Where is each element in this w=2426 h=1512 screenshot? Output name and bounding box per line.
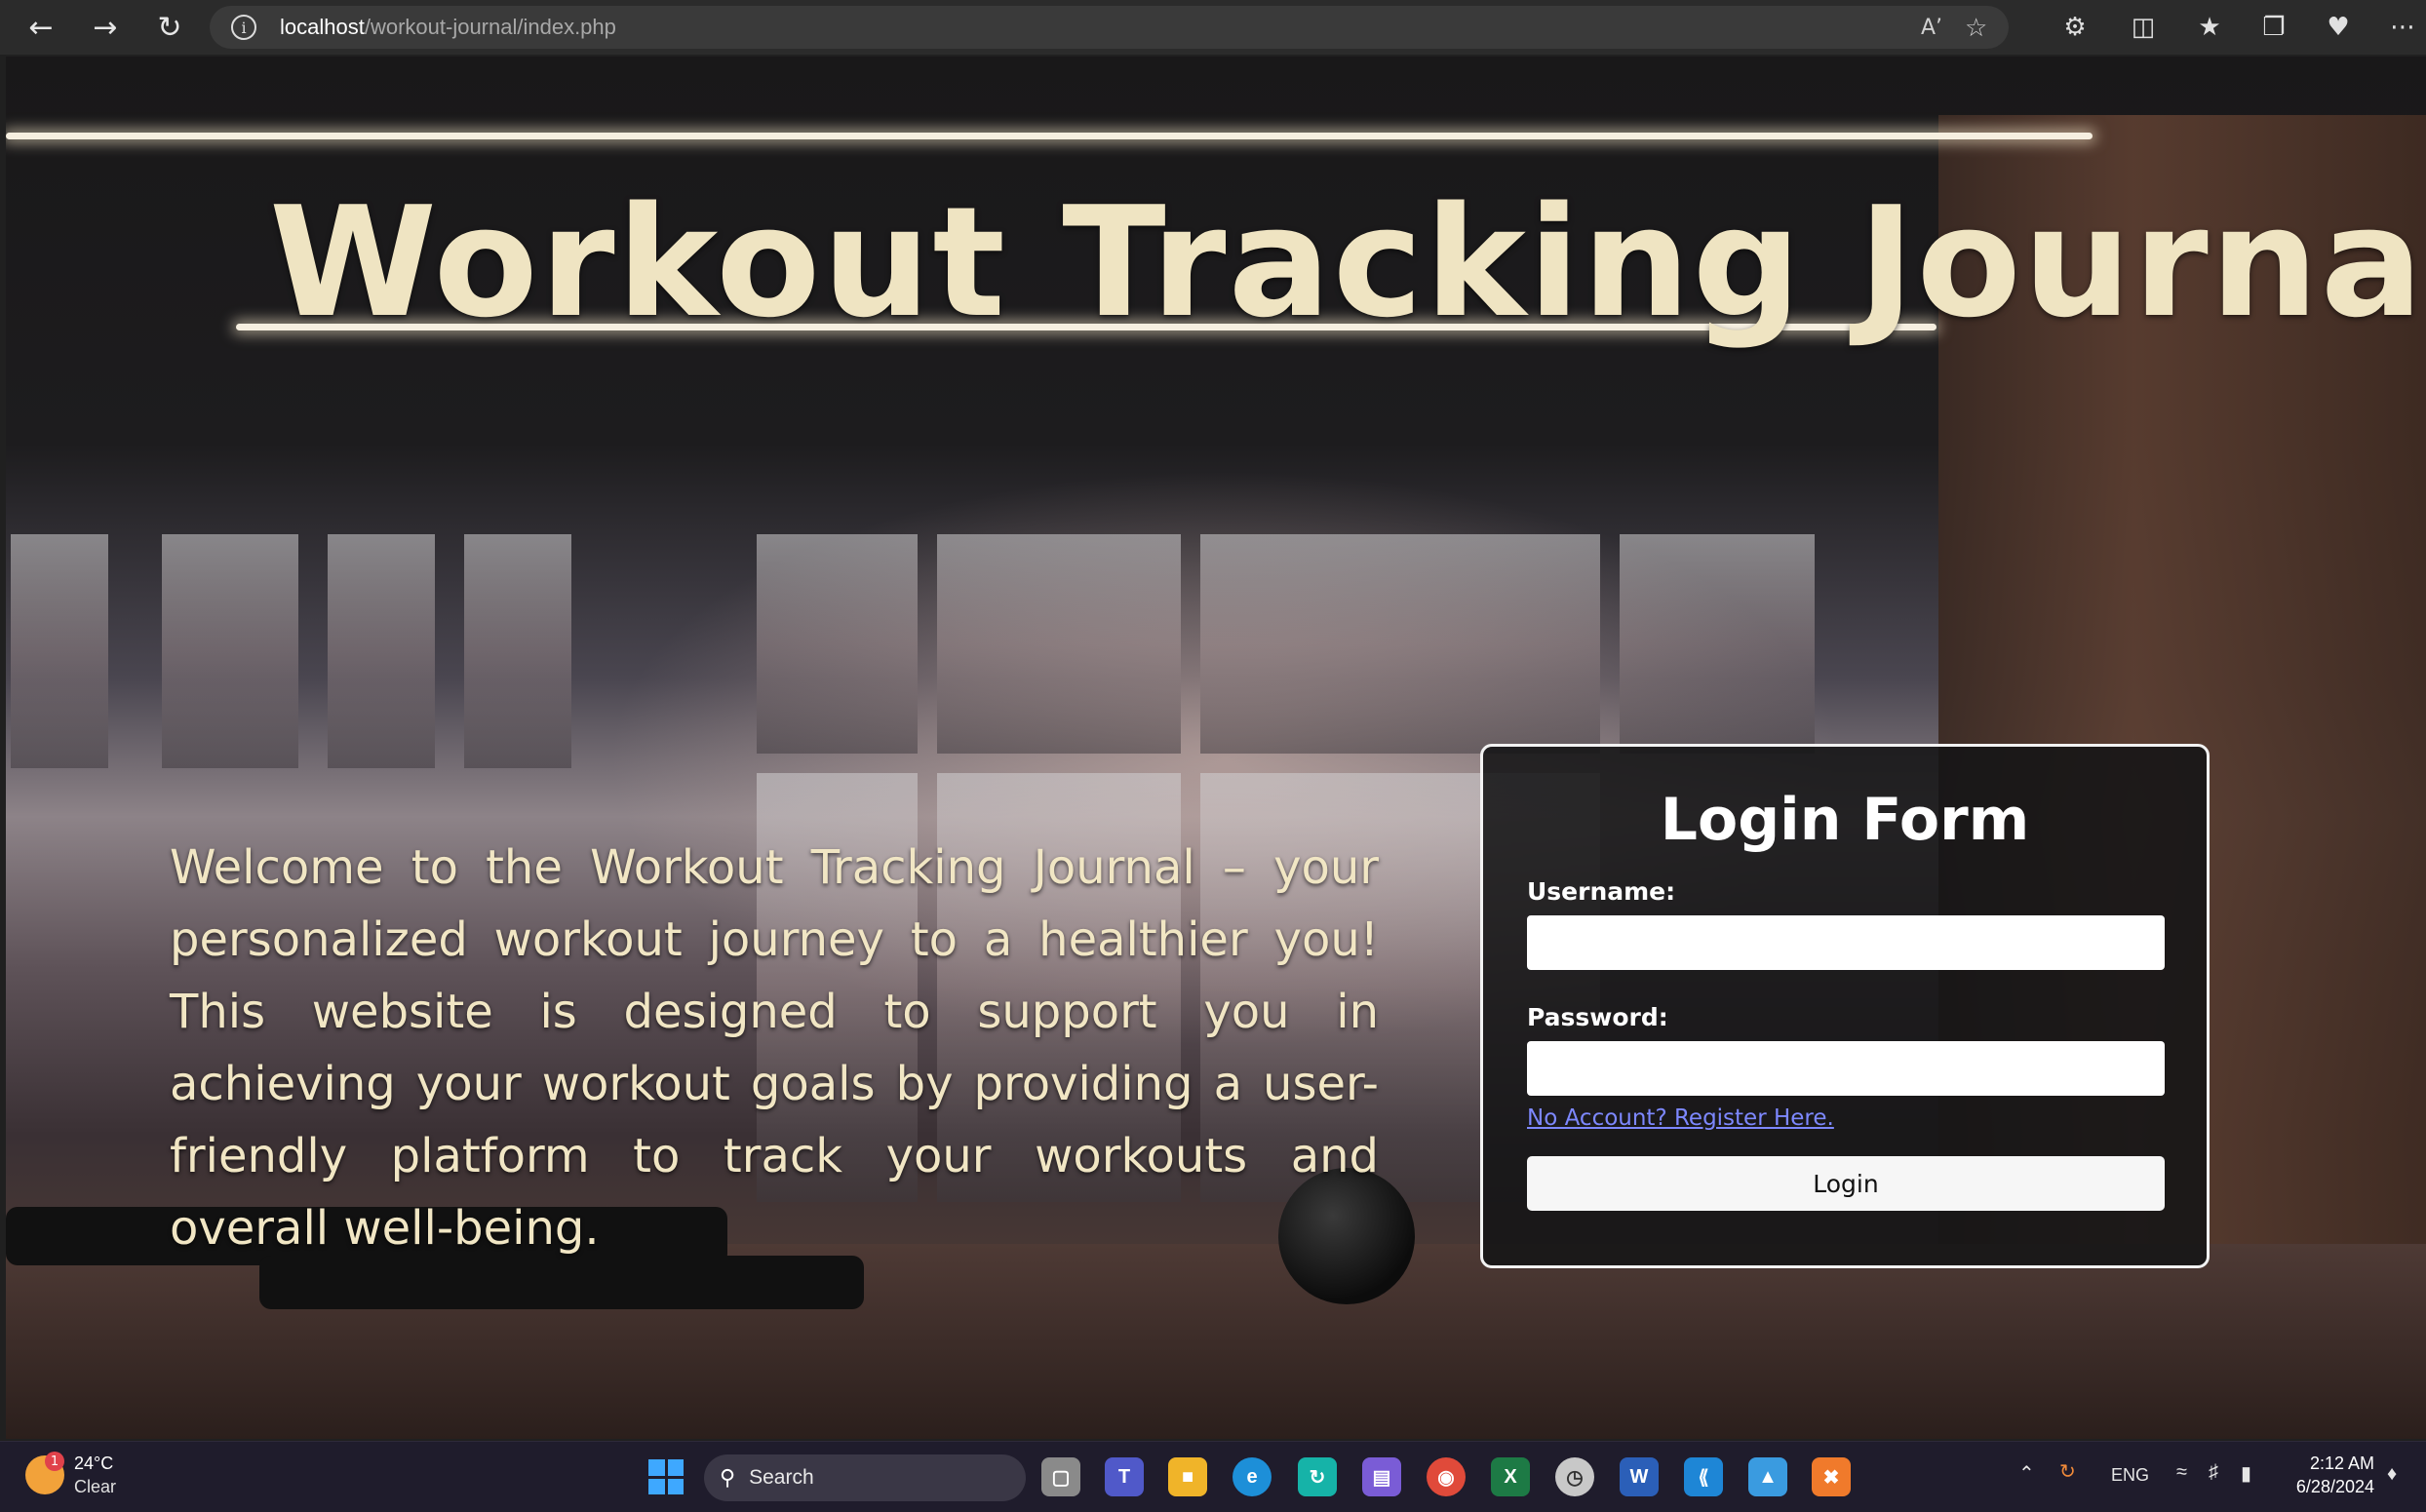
login-form-title: Login Form [1660, 786, 2030, 854]
weather-notification-badge: 1 [45, 1452, 64, 1471]
clock-time[interactable]: 2:12 AM [2306, 1454, 2374, 1474]
clock-app-icon[interactable]: ◷ [1555, 1457, 1594, 1496]
weather-condition[interactable]: Clear [74, 1477, 116, 1497]
back-icon[interactable]: ← [21, 8, 60, 47]
page-viewport: Workout Tracking Journal Welcome to the … [6, 57, 2426, 1439]
neon-bar-top [6, 133, 2093, 139]
file-explorer-icon[interactable]: ■ [1168, 1457, 1207, 1496]
favorites-icon[interactable]: ★ [2192, 10, 2227, 45]
collections-icon[interactable]: ❐ [2256, 10, 2291, 45]
forward-icon[interactable]: → [86, 8, 125, 47]
task-view-icon[interactable]: ▢ [1041, 1457, 1080, 1496]
volume-icon[interactable]: ♯ [2209, 1461, 2218, 1484]
word-icon[interactable]: W [1620, 1457, 1659, 1496]
intro-paragraph: Welcome to the Workout Tracking Journal … [170, 840, 1379, 1256]
taskbar-search[interactable]: ⚲ Search [704, 1454, 1026, 1501]
username-input[interactable] [1527, 915, 2165, 970]
weather-temperature[interactable]: 24°C [74, 1454, 113, 1474]
notification-bell-icon[interactable]: ♦ [2387, 1463, 2397, 1486]
register-link[interactable]: No Account? Register Here. [1527, 1105, 1834, 1131]
site-info-icon[interactable]: i [231, 15, 256, 40]
username-label: Username: [1527, 877, 1676, 906]
password-input[interactable] [1527, 1041, 2165, 1096]
excel-icon[interactable]: X [1491, 1457, 1530, 1496]
windows-taskbar: 1 24°C Clear ⚲ Search ▢ T ■ e ↻ ▤ ◉ X ◷ … [0, 1441, 2426, 1512]
chrome-icon[interactable]: ◉ [1427, 1457, 1466, 1496]
browser-toolbar: ← → ↻ i localhost /workout-journal/index… [0, 0, 2426, 55]
start-button[interactable] [648, 1459, 684, 1494]
search-icon: ⚲ [720, 1465, 736, 1491]
browser-essentials-icon[interactable]: ♥ [2321, 10, 2356, 45]
vscode-icon[interactable]: ⟪ [1684, 1457, 1723, 1496]
more-icon[interactable]: ⋯ [2385, 10, 2420, 45]
login-button[interactable]: Login [1527, 1156, 2165, 1211]
page-title: Workout Tracking Journal [269, 174, 2426, 351]
split-screen-icon[interactable]: ◫ [2126, 10, 2161, 45]
read-aloud-icon[interactable]: A’ [1921, 16, 1942, 40]
notes-app-icon[interactable]: ▤ [1362, 1457, 1401, 1496]
login-form: Login Form Username: Password: No Accoun… [1480, 744, 2210, 1268]
clock-date[interactable]: 6/28/2024 [2287, 1477, 2374, 1497]
show-hidden-icons-chevron-icon[interactable]: ⌃ [2018, 1461, 2035, 1486]
extensions-icon[interactable]: ⚙ [2057, 10, 2093, 45]
refresh-icon[interactable]: ↻ [150, 8, 189, 47]
url-host: localhost [280, 15, 365, 39]
xampp-icon[interactable]: ✖ [1812, 1457, 1851, 1496]
search-label: Search [749, 1466, 814, 1489]
language-indicator[interactable]: ENG [2111, 1465, 2149, 1486]
sync-app-icon[interactable]: ↻ [1298, 1457, 1337, 1496]
update-icon[interactable]: ↻ [2059, 1459, 2076, 1484]
teams-icon[interactable]: T [1105, 1457, 1144, 1496]
address-bar[interactable]: i localhost /workout-journal/index.php A… [210, 6, 2009, 49]
password-label: Password: [1527, 1003, 1668, 1031]
url-path: /workout-journal/index.php [364, 15, 616, 39]
favorite-star-icon[interactable]: ☆ [1965, 14, 1987, 43]
edge-icon[interactable]: e [1233, 1457, 1272, 1496]
azure-app-icon[interactable]: ▲ [1748, 1457, 1787, 1496]
battery-icon[interactable]: ▮ [2241, 1461, 2251, 1486]
wifi-icon[interactable]: ≈ [2176, 1461, 2187, 1484]
